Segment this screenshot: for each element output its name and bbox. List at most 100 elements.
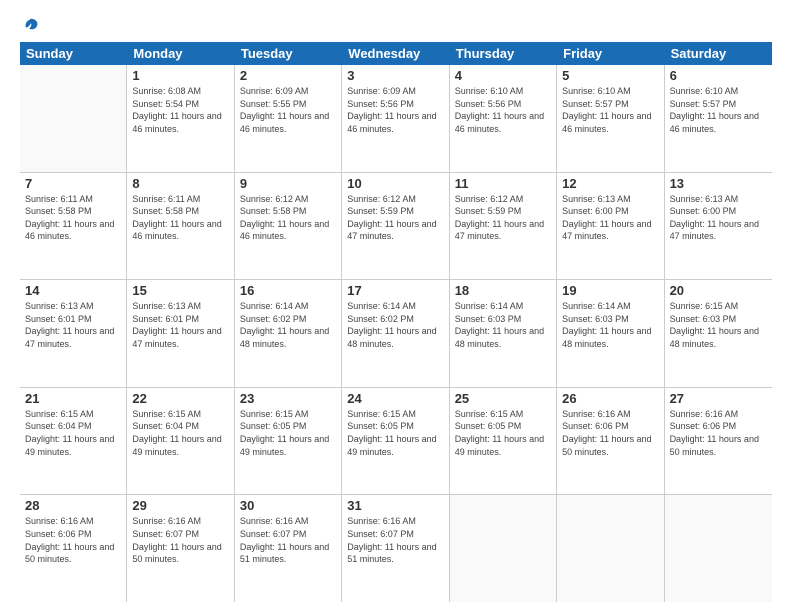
day-number: 28 — [25, 498, 121, 513]
day-number: 16 — [240, 283, 336, 298]
calendar-cell: 6Sunrise: 6:10 AMSunset: 5:57 PMDaylight… — [665, 65, 772, 172]
weekday-header: Sunday — [20, 42, 127, 65]
day-info: Sunrise: 6:08 AMSunset: 5:54 PMDaylight:… — [132, 85, 228, 135]
calendar-cell — [20, 65, 127, 172]
calendar-cell: 26 Sunrise: 6:16 AMSunset: 6:06 PMDayligh… — [557, 388, 664, 495]
calendar-header: SundayMondayTuesdayWednesdayThursdayFrid… — [20, 42, 772, 65]
calendar-cell — [557, 495, 664, 602]
calendar-cell: 5Sunrise: 6:10 AMSunset: 5:57 PMDaylight… — [557, 65, 664, 172]
day-info: Sunrise: 6:15 AMSunset: 6:04 PMDaylight:… — [25, 408, 121, 458]
calendar-cell: 30 Sunrise: 6:16 AMSunset: 6:07 PMDayligh… — [235, 495, 342, 602]
day-info: Sunrise: 6:16 AMSunset: 6:06 PMDaylight:… — [562, 408, 658, 458]
day-info: Sunrise: 6:15 AMSunset: 6:05 PMDaylight:… — [240, 408, 336, 458]
day-number: 29 — [132, 498, 228, 513]
day-info: Sunrise: 6:13 AMSunset: 6:01 PMDaylight:… — [132, 300, 228, 350]
calendar-cell — [665, 495, 772, 602]
day-number: 8 — [132, 176, 228, 191]
calendar-week-row: 1 Sunrise: 6:08 AMSunset: 5:54 PMDaylight… — [20, 65, 772, 173]
weekday-header: Friday — [557, 42, 664, 65]
calendar-cell: 1 Sunrise: 6:08 AMSunset: 5:54 PMDaylight… — [127, 65, 234, 172]
calendar-cell: 22Sunrise: 6:15 AMSunset: 6:04 PMDayligh… — [127, 388, 234, 495]
day-info: Sunrise: 6:16 AMSunset: 6:07 PMDaylight:… — [132, 515, 228, 565]
day-info: Sunrise: 6:12 AMSunset: 5:58 PMDaylight:… — [240, 193, 336, 243]
calendar-cell: 9 Sunrise: 6:12 AMSunset: 5:58 PMDaylight… — [235, 173, 342, 280]
calendar-cell: 15 Sunrise: 6:13 AMSunset: 6:01 PMDayligh… — [127, 280, 234, 387]
calendar-cell: 25Sunrise: 6:15 AMSunset: 6:05 PMDayligh… — [450, 388, 557, 495]
day-info: Sunrise: 6:15 AMSunset: 6:05 PMDaylight:… — [347, 408, 443, 458]
calendar-cell: 31 Sunrise: 6:16 AMSunset: 6:07 PMDayligh… — [342, 495, 449, 602]
calendar: SundayMondayTuesdayWednesdayThursdayFrid… — [20, 42, 772, 602]
calendar-cell: 10Sunrise: 6:12 AMSunset: 5:59 PMDayligh… — [342, 173, 449, 280]
weekday-header: Saturday — [665, 42, 772, 65]
day-info: Sunrise: 6:10 AMSunset: 5:57 PMDaylight:… — [562, 85, 658, 135]
weekday-header: Tuesday — [235, 42, 342, 65]
day-info: Sunrise: 6:13 AMSunset: 6:01 PMDaylight:… — [25, 300, 121, 350]
calendar-cell: 4Sunrise: 6:10 AMSunset: 5:56 PMDaylight… — [450, 65, 557, 172]
calendar-cell: 27Sunrise: 6:16 AMSunset: 6:06 PMDayligh… — [665, 388, 772, 495]
calendar-cell: 11Sunrise: 6:12 AMSunset: 5:59 PMDayligh… — [450, 173, 557, 280]
day-number: 3 — [347, 68, 443, 83]
day-number: 21 — [25, 391, 121, 406]
day-info: Sunrise: 6:14 AMSunset: 6:02 PMDaylight:… — [347, 300, 443, 350]
page: SundayMondayTuesdayWednesdayThursdayFrid… — [0, 0, 792, 612]
calendar-body: 1 Sunrise: 6:08 AMSunset: 5:54 PMDaylight… — [20, 65, 772, 602]
day-info: Sunrise: 6:15 AMSunset: 6:04 PMDaylight:… — [132, 408, 228, 458]
day-info: Sunrise: 6:12 AMSunset: 5:59 PMDaylight:… — [455, 193, 551, 243]
day-info: Sunrise: 6:15 AMSunset: 6:05 PMDaylight:… — [455, 408, 551, 458]
day-number: 26 — [562, 391, 658, 406]
calendar-cell: 8 Sunrise: 6:11 AMSunset: 5:58 PMDaylight… — [127, 173, 234, 280]
calendar-cell: 20 Sunrise: 6:15 AMSunset: 6:03 PMDayligh… — [665, 280, 772, 387]
calendar-week-row: 21 Sunrise: 6:15 AMSunset: 6:04 PMDayligh… — [20, 388, 772, 496]
day-info: Sunrise: 6:16 AMSunset: 6:07 PMDaylight:… — [347, 515, 443, 565]
logo — [20, 16, 40, 34]
calendar-cell: 28Sunrise: 6:16 AMSunset: 6:06 PMDayligh… — [20, 495, 127, 602]
day-info: Sunrise: 6:09 AMSunset: 5:55 PMDaylight:… — [240, 85, 336, 135]
weekday-header: Wednesday — [342, 42, 449, 65]
calendar-week-row: 7 Sunrise: 6:11 AMSunset: 5:58 PMDaylight… — [20, 173, 772, 281]
day-info: Sunrise: 6:11 AMSunset: 5:58 PMDaylight:… — [25, 193, 121, 243]
calendar-cell: 13 Sunrise: 6:13 AMSunset: 6:00 PMDayligh… — [665, 173, 772, 280]
day-info: Sunrise: 6:14 AMSunset: 6:03 PMDaylight:… — [562, 300, 658, 350]
day-number: 10 — [347, 176, 443, 191]
day-info: Sunrise: 6:14 AMSunset: 6:02 PMDaylight:… — [240, 300, 336, 350]
day-info: Sunrise: 6:11 AMSunset: 5:58 PMDaylight:… — [132, 193, 228, 243]
calendar-cell: 7 Sunrise: 6:11 AMSunset: 5:58 PMDaylight… — [20, 173, 127, 280]
day-number: 1 — [132, 68, 228, 83]
calendar-week-row: 14 Sunrise: 6:13 AMSunset: 6:01 PMDayligh… — [20, 280, 772, 388]
day-number: 30 — [240, 498, 336, 513]
calendar-cell: 29 Sunrise: 6:16 AMSunset: 6:07 PMDayligh… — [127, 495, 234, 602]
calendar-cell: 24 Sunrise: 6:15 AMSunset: 6:05 PMDayligh… — [342, 388, 449, 495]
day-number: 18 — [455, 283, 551, 298]
day-number: 6 — [670, 68, 767, 83]
day-info: Sunrise: 6:14 AMSunset: 6:03 PMDaylight:… — [455, 300, 551, 350]
day-number: 2 — [240, 68, 336, 83]
weekday-header: Thursday — [450, 42, 557, 65]
day-number: 4 — [455, 68, 551, 83]
day-number: 31 — [347, 498, 443, 513]
day-info: Sunrise: 6:13 AMSunset: 6:00 PMDaylight:… — [670, 193, 767, 243]
day-info: Sunrise: 6:16 AMSunset: 6:07 PMDaylight:… — [240, 515, 336, 565]
calendar-cell: 23 Sunrise: 6:15 AMSunset: 6:05 PMDayligh… — [235, 388, 342, 495]
day-number: 7 — [25, 176, 121, 191]
day-number: 20 — [670, 283, 767, 298]
day-number: 14 — [25, 283, 121, 298]
day-number: 9 — [240, 176, 336, 191]
calendar-cell: 3Sunrise: 6:09 AMSunset: 5:56 PMDaylight… — [342, 65, 449, 172]
weekday-header: Monday — [127, 42, 234, 65]
logo-bird-icon — [22, 16, 40, 34]
calendar-cell: 19Sunrise: 6:14 AMSunset: 6:03 PMDayligh… — [557, 280, 664, 387]
calendar-cell: 18 Sunrise: 6:14 AMSunset: 6:03 PMDayligh… — [450, 280, 557, 387]
day-number: 23 — [240, 391, 336, 406]
day-number: 24 — [347, 391, 443, 406]
day-info: Sunrise: 6:16 AMSunset: 6:06 PMDaylight:… — [670, 408, 767, 458]
calendar-cell: 2 Sunrise: 6:09 AMSunset: 5:55 PMDaylight… — [235, 65, 342, 172]
calendar-cell: 12Sunrise: 6:13 AMSunset: 6:00 PMDayligh… — [557, 173, 664, 280]
day-number: 17 — [347, 283, 443, 298]
header — [20, 16, 772, 34]
day-number: 12 — [562, 176, 658, 191]
day-info: Sunrise: 6:15 AMSunset: 6:03 PMDaylight:… — [670, 300, 767, 350]
calendar-cell: 16 Sunrise: 6:14 AMSunset: 6:02 PMDayligh… — [235, 280, 342, 387]
day-number: 13 — [670, 176, 767, 191]
day-number: 15 — [132, 283, 228, 298]
calendar-cell: 17 Sunrise: 6:14 AMSunset: 6:02 PMDayligh… — [342, 280, 449, 387]
